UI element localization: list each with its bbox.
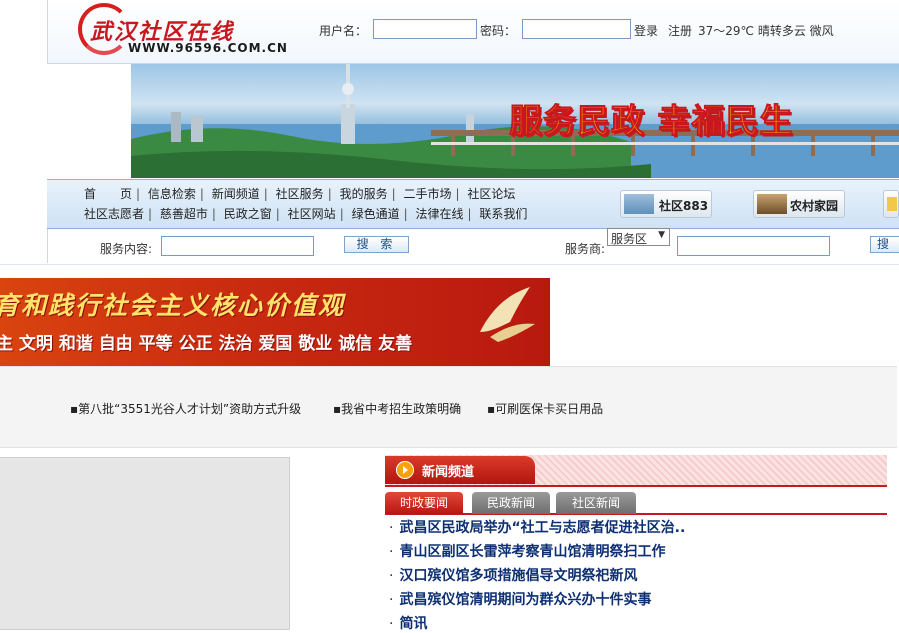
register-link[interactable]: 注册 [668, 22, 692, 39]
nav-item[interactable]: 社区服务 [276, 187, 324, 201]
nav-item[interactable]: 慈善超市 [160, 207, 208, 221]
news-list-item-title: 青山区副区长雷萍考察青山馆清明祭扫工作 [399, 544, 666, 560]
service-content-label: 服务内容: [100, 242, 153, 256]
nav-row-2: 社区志愿者 | 慈善超市 | 民政之窗 | 社区网站 | 绿色通道 | 法律在线 | 联系我… [84, 207, 528, 221]
nav-item[interactable]: 新闻频道 [212, 187, 260, 201]
building-icon [624, 194, 654, 214]
bullet: · [389, 520, 394, 536]
nav-item[interactable]: 社区网站 [288, 207, 336, 221]
news-list-item[interactable]: · 武昌殡仪馆清明期间为群众兴办十件实事 [389, 589, 651, 609]
village-photo-icon [757, 194, 787, 214]
core-values-heading: 育和践行社会主义核心价值观 [0, 291, 346, 320]
tab-community-news[interactable]: 社区新闻 [556, 492, 636, 514]
news-list-item[interactable]: · 青山区副区长雷萍考察青山馆清明祭扫工作 [389, 541, 665, 561]
username-input[interactable] [373, 19, 477, 39]
section-divider [0, 264, 899, 265]
news-list-item[interactable]: · 武昌区民政局举办“社工与志愿者促进社区治.. [389, 517, 685, 537]
community-883-label: 社区883 [659, 199, 709, 213]
nav-item[interactable]: 民政之窗 [224, 207, 272, 221]
nav-item[interactable]: 绿色通道 [352, 207, 400, 221]
nav-item[interactable]: 信息检索 [148, 187, 196, 201]
password-input[interactable] [522, 19, 631, 39]
nav-item[interactable]: 法律在线 [415, 207, 463, 221]
bullet: · [389, 544, 394, 560]
site-url: WWW.96596.COM.CN [128, 41, 288, 55]
image-placeholder-panel [0, 457, 290, 630]
rural-home-label: 农村家园 [790, 199, 839, 213]
more-pill-button[interactable] [883, 190, 899, 218]
news-list-item[interactable]: · 简讯 [389, 613, 427, 633]
more-pill-icon [887, 197, 897, 211]
provider-input[interactable] [677, 236, 830, 256]
news-list-item-title: 武昌区民政局举办“社工与志愿者促进社区治.. [399, 520, 686, 536]
nav-row-1: 首 页 | 信息检索 | 新闻频道 | 社区服务 | 我的服务 | 二手市场 | 社区论坛 [84, 187, 516, 201]
service-content-input[interactable] [161, 236, 314, 256]
dove-icon [480, 287, 535, 342]
core-values-list: 主 文明 和谐 自由 平等 公正 法治 爱国 敬业 诚信 友善 [0, 334, 413, 354]
password-label: 密码： [480, 24, 517, 38]
ticker-item[interactable]: ▪第八批“3551光谷人才计划”资助方式升级 [70, 400, 301, 417]
nav-item[interactable]: 二手市场 [403, 187, 451, 201]
ticker-item[interactable]: ▪可刷医保卡买日用品 [487, 400, 603, 417]
login-link[interactable]: 登录 [634, 22, 658, 39]
chevron-down-icon: ▼ [658, 230, 665, 240]
community-883-button[interactable]: 社区883 [620, 190, 712, 218]
rural-home-button[interactable]: 农村家园 [753, 190, 845, 218]
news-channel-title: 新闻频道 [422, 465, 475, 480]
provider-select[interactable]: 服务区 ▼ [607, 228, 670, 246]
play-arrow-icon [396, 461, 414, 479]
nav-item[interactable]: 联系我们 [479, 207, 527, 221]
ticker-item[interactable]: ▪我省中考招生政策明确 [333, 400, 461, 417]
news-list-item-title: 汉口殡仪馆多项措施倡导文明祭祀新风 [399, 568, 638, 584]
weather-info: 37～29℃ 晴转多云 微风 [698, 24, 834, 38]
news-list-item[interactable]: · 汉口殡仪馆多项措施倡导文明祭祀新风 [389, 565, 637, 585]
provider-select-value: 服务区 [611, 232, 648, 246]
provider-label: 服务商: [565, 242, 606, 256]
banner-slogan: 服务民政 幸福民生 [509, 101, 794, 141]
username-label: 用户名： [319, 24, 368, 38]
news-list-item-title: 武昌殡仪馆清明期间为群众兴办十件实事 [399, 592, 652, 608]
nav-item[interactable]: 首 页 [84, 187, 132, 201]
search-button-2[interactable]: 搜 [870, 236, 899, 253]
bullet: · [389, 568, 394, 584]
bullet: · [389, 592, 394, 608]
nav-item[interactable]: 社区志愿者 [84, 207, 144, 221]
tab-civil-affairs-news[interactable]: 民政新闻 [472, 492, 550, 514]
search-button[interactable]: 搜 索 [344, 236, 409, 253]
tab-politics-news[interactable]: 时政要闻 [385, 492, 463, 514]
core-values-banner[interactable]: 育和践行社会主义核心价值观 主 文明 和谐 自由 平等 公正 法治 爱国 敬业 … [0, 278, 550, 366]
nav-item[interactable]: 我的服务 [340, 187, 388, 201]
nav-item[interactable]: 社区论坛 [467, 187, 515, 201]
